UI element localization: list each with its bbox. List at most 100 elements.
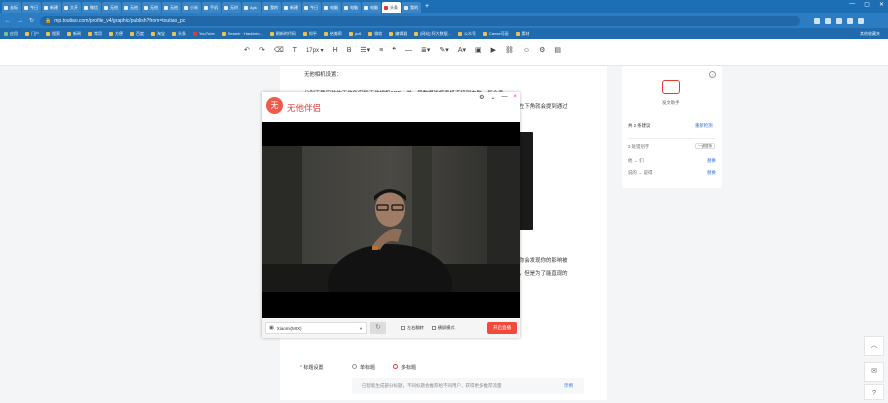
browser-tab[interactable]: 我的 <box>262 2 281 13</box>
bookmark-item[interactable]: 素材 <box>515 31 530 37</box>
bookmark-item[interactable]: 搜索 <box>46 31 60 37</box>
bookmark-item[interactable]: 给美帮 <box>323 31 342 37</box>
browser-tab[interactable]: 电脑 <box>362 2 381 13</box>
close-icon[interactable]: × <box>513 94 517 101</box>
bookmark-item[interactable]: 门户 <box>25 31 39 37</box>
image-icon[interactable]: ▣ <box>475 46 482 54</box>
forward-icon[interactable]: → <box>17 18 23 24</box>
refresh-button[interactable]: ↻ <box>370 322 386 334</box>
browser-tab[interactable]: 无他 <box>162 2 181 13</box>
bookmark-item[interactable]: pc6 <box>348 31 361 37</box>
bookmark-item[interactable]: 百度 <box>130 31 144 37</box>
close-icon[interactable]: × <box>709 71 716 78</box>
menu-icon[interactable] <box>858 17 865 24</box>
minimize-icon[interactable]: — <box>501 94 507 101</box>
replace-all-button[interactable]: 一键替换 <box>695 143 715 149</box>
bookmark-item[interactable]: Search · Hackinto... <box>221 31 263 37</box>
video-icon[interactable]: ▶ <box>491 46 496 54</box>
browser-tab[interactable]: Apk <box>242 2 261 13</box>
divider-icon[interactable]: — <box>405 47 412 54</box>
browser-tab[interactable]: 今日 <box>22 2 41 13</box>
font-color-icon[interactable]: A▾ <box>458 46 466 54</box>
browser-tab[interactable]: 新建 <box>282 2 301 13</box>
bookmark-item[interactable]: 常用 <box>88 31 102 37</box>
single-title-radio[interactable] <box>352 364 357 369</box>
browser-tab[interactable]: 微信 <box>82 2 101 13</box>
device-select[interactable]: ▣ Xiaomi(MIX) ▼ <box>265 322 367 334</box>
browser-tab[interactable]: 无他 <box>142 2 161 13</box>
start-live-button[interactable]: 开启直播 <box>487 322 517 334</box>
extension-icon[interactable] <box>836 17 843 24</box>
browser-tab[interactable]: 新建 <box>42 2 61 13</box>
bookmark-item[interactable]: 头条 <box>172 31 186 37</box>
browser-tab[interactable]: 小米 <box>182 2 201 13</box>
bookmark-item[interactable]: 应用 <box>4 31 18 37</box>
help-icon[interactable]: ? <box>864 384 884 400</box>
replace-link[interactable]: 替换 <box>707 170 716 176</box>
feedback-icon[interactable]: ✉ <box>864 362 884 382</box>
settings-icon[interactable]: ⚙ <box>539 46 545 54</box>
browser-tab[interactable]: 无时 <box>222 2 241 13</box>
maximize-icon[interactable]: ▢ <box>864 1 870 8</box>
clear-format-icon[interactable]: T <box>293 47 297 54</box>
profile-icon[interactable] <box>847 17 854 24</box>
bookmark-item[interactable]: YouTube <box>193 31 215 37</box>
reload-icon[interactable]: ↻ <box>29 17 34 24</box>
list-icon[interactable]: ☰▾ <box>360 46 370 54</box>
other-bookmarks[interactable]: 其他收藏夹 <box>860 31 880 37</box>
browser-tab[interactable]: 今日 <box>302 2 321 13</box>
multi-title-radio[interactable] <box>393 364 398 369</box>
browser-tab[interactable]: 我的 <box>402 2 421 13</box>
example-link[interactable]: 示例 <box>564 383 573 389</box>
font-size-select[interactable]: 17px ▾ <box>306 47 324 54</box>
minimize-icon[interactable]: — <box>849 1 855 8</box>
template-icon[interactable]: ▤ <box>554 46 561 54</box>
folder-icon <box>109 31 113 36</box>
bold-button[interactable]: B <box>347 47 352 54</box>
mirror-checkbox[interactable]: 左右翻转 <box>401 325 424 331</box>
highlight-icon[interactable]: ✎▾ <box>439 46 448 54</box>
bookmark-item[interactable]: 新闻 <box>67 31 81 37</box>
bookmark-label: 搜索 <box>52 30 60 36</box>
recheck-link[interactable]: 重新检测 <box>695 123 713 129</box>
emoji-icon[interactable]: ☺ <box>523 47 530 54</box>
bookmark-item[interactable]: 公众号 <box>457 31 476 37</box>
heading-icon[interactable]: H <box>333 47 338 54</box>
bookmark-item[interactable]: 编辑器 <box>389 31 407 37</box>
bookmark-item[interactable]: 刷新的代码 <box>269 31 296 37</box>
extension-icon[interactable] <box>825 17 832 24</box>
back-icon[interactable]: ← <box>5 18 11 24</box>
url-input[interactable]: 🔒 mp.toutiao.com/profile_v4/graphic/publ… <box>40 15 801 26</box>
redo-icon[interactable]: ↷ <box>259 46 265 54</box>
landscape-checkbox[interactable]: 横屏模式 <box>431 325 455 331</box>
browser-tab[interactable]: 电脑 <box>342 2 361 13</box>
scroll-top-icon[interactable]: ︿ <box>864 336 884 356</box>
format-brush-icon[interactable]: ⌫ <box>274 46 284 54</box>
new-tab-button[interactable]: + <box>425 0 429 13</box>
camera-companion-window[interactable]: 无 无他伴侣 ⚙ ⌄ — × ▣ Xiaomi(MIX) ▼ ↻ 左右翻转 横屏… <box>262 92 520 338</box>
quote-icon[interactable]: ❝ <box>392 46 396 54</box>
bookmark-item[interactable]: Canva可画 <box>482 31 509 37</box>
browser-tab[interactable]: 大开 <box>62 2 81 13</box>
settings-icon[interactable]: ⚙ <box>479 94 484 101</box>
replace-link[interactable]: 替换 <box>707 158 716 164</box>
undo-icon[interactable]: ↶ <box>244 46 250 54</box>
browser-tab[interactable]: 无他 <box>102 2 121 13</box>
browser-tab[interactable]: 头条 <box>382 2 401 13</box>
bookmark-item[interactable]: 方便 <box>109 31 123 37</box>
align-icon[interactable]: ≣▾ <box>421 46 430 54</box>
browser-tab[interactable]: 电脑 <box>322 2 341 13</box>
bookmark-item[interactable]: 知乎 <box>302 31 317 37</box>
bookmark-item[interactable]: [网站] 阿大数据... <box>414 31 451 37</box>
browser-tab[interactable]: 无他 <box>122 2 141 13</box>
extension-icon[interactable] <box>814 17 821 24</box>
browser-tab[interactable]: 去标 <box>2 2 21 13</box>
favicon-icon <box>24 5 28 10</box>
collapse-icon[interactable]: ⌄ <box>490 94 495 101</box>
ordered-list-icon[interactable]: ≡ <box>379 47 383 54</box>
link-icon[interactable]: ⛓ <box>505 46 514 54</box>
browser-tab[interactable]: 手机 <box>202 2 221 13</box>
bookmark-item[interactable]: 淘宝 <box>151 31 165 37</box>
bookmark-item[interactable]: 微软 <box>368 31 382 37</box>
close-window-icon[interactable]: ✕ <box>879 1 884 8</box>
